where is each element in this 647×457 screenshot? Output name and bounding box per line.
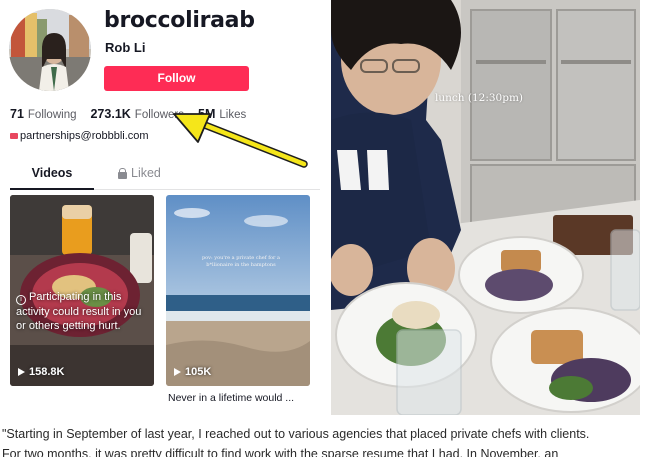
username: broccoliraab	[104, 8, 255, 33]
annotation-arrow-icon	[173, 113, 308, 168]
warning-text: i Participating in this activity could re…	[16, 290, 150, 333]
view-count-value: 105K	[185, 366, 212, 378]
followers-count: 273.1K	[90, 107, 131, 121]
article-text: "Starting in September of last year, I r…	[2, 424, 645, 457]
view-count-value: 158.8K	[29, 366, 65, 378]
avatar[interactable]	[9, 9, 91, 91]
video-thumbnail-2-image	[166, 195, 310, 386]
following-stat[interactable]: 71 Following	[10, 107, 76, 121]
profile-tabs: Videos Liked	[10, 162, 320, 190]
warning-message: Participating in this activity could res…	[16, 291, 142, 332]
display-name: Rob Li	[105, 40, 146, 55]
photo-label: lunch (12:30pm)	[435, 92, 523, 104]
kitchen-photo-image	[331, 0, 640, 415]
video-overlay-text: pov: you're a private chef for a b*llion…	[201, 255, 281, 268]
tab-liked[interactable]: Liked	[118, 162, 178, 190]
play-icon	[174, 368, 181, 376]
bio-email[interactable]: partnerships@robbbli.com	[20, 130, 149, 142]
view-count: 105K	[174, 366, 211, 378]
view-count: 158.8K	[18, 366, 64, 378]
bio: partnerships@robbbli.com	[10, 130, 149, 142]
video-caption[interactable]: Never in a lifetime would ...	[168, 392, 294, 404]
envelope-icon	[10, 133, 18, 139]
lock-icon	[118, 168, 127, 179]
tab-videos[interactable]: Videos	[10, 162, 94, 190]
avatar-image	[9, 9, 91, 91]
article-line-1: "Starting in September of last year, I r…	[2, 427, 590, 441]
info-icon: i	[16, 295, 26, 305]
video-thumbnail-1[interactable]: i Participating in this activity could re…	[10, 195, 154, 386]
play-icon	[18, 368, 25, 376]
tab-liked-label: Liked	[131, 166, 161, 180]
video-thumbnail-2[interactable]: pov: you're a private chef for a b*llion…	[166, 195, 310, 386]
follow-button[interactable]: Follow	[104, 66, 249, 91]
following-count: 71	[10, 107, 24, 121]
kitchen-photo: lunch (12:30pm)	[331, 0, 640, 415]
following-label: Following	[27, 109, 77, 121]
article-line-2: For two months, it was pretty difficult …	[2, 447, 559, 457]
